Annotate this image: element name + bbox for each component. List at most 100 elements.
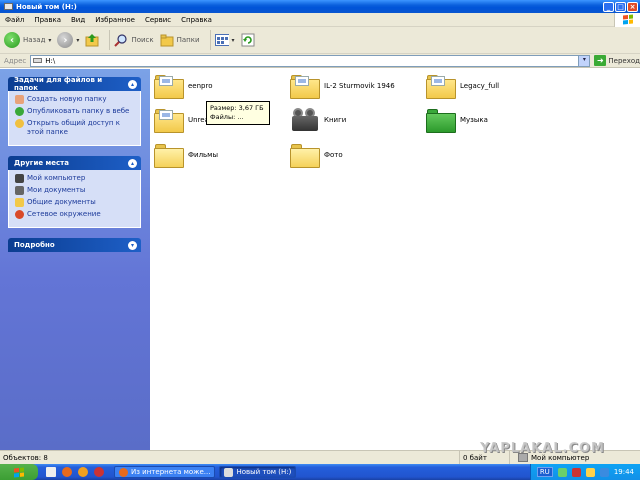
- search-button[interactable]: Поиск: [114, 33, 154, 47]
- place-label: Общие документы: [27, 198, 96, 206]
- folder-up-icon: [85, 33, 99, 47]
- close-button[interactable]: ×: [627, 1, 638, 12]
- task-label: Опубликовать папку в вебе: [27, 107, 130, 115]
- go-button[interactable]: ➜ Переход: [594, 55, 640, 66]
- taskbar-button-label: Из интернета може...: [131, 468, 211, 476]
- details-panel-header[interactable]: Подробно ▾: [8, 238, 141, 252]
- folder-item[interactable]: Музыка: [426, 107, 488, 133]
- place-shared-documents[interactable]: Общие документы: [15, 198, 134, 207]
- documents-icon: [15, 186, 24, 195]
- menu-view[interactable]: Вид: [66, 16, 90, 24]
- folder-icon: [290, 73, 320, 99]
- up-button[interactable]: [85, 33, 99, 47]
- system-tray: RU 19:44: [529, 464, 640, 480]
- forward-arrow-icon: ›: [57, 32, 74, 48]
- places-panel-title: Другие места: [14, 159, 69, 167]
- quick-launch: [46, 467, 104, 477]
- chevron-down-icon[interactable]: ▾: [578, 55, 590, 66]
- search-icon: [114, 33, 128, 47]
- volume-tray-icon[interactable]: [585, 467, 595, 477]
- folder-item[interactable]: Фильмы: [154, 142, 218, 168]
- address-input[interactable]: H:\ ▾: [30, 54, 591, 67]
- chevron-up-icon[interactable]: ▴: [128, 158, 137, 168]
- menu-file[interactable]: Файл: [0, 16, 29, 24]
- place-network[interactable]: Сетевое окружение: [15, 210, 134, 219]
- forward-button[interactable]: › ▾: [57, 32, 79, 48]
- item-label: Книги: [324, 116, 347, 124]
- antivirus-tray-icon[interactable]: [571, 467, 581, 477]
- folder-item[interactable]: eenpro: [154, 73, 213, 99]
- menu-tools[interactable]: Сервис: [140, 16, 176, 24]
- menu-help[interactable]: Справка: [176, 16, 217, 24]
- folder-item[interactable]: IL-2 Sturmovik 1946: [290, 73, 395, 99]
- chevron-down-icon[interactable]: ▾: [76, 37, 79, 44]
- folder-icon: [154, 107, 184, 133]
- menu-edit[interactable]: Правка: [29, 16, 66, 24]
- folder-item[interactable]: Legacy_full: [426, 73, 499, 99]
- views-button[interactable]: ▾: [214, 33, 235, 47]
- app-icon[interactable]: [78, 467, 88, 477]
- folder-icon: [154, 73, 184, 99]
- menu-favorites[interactable]: Избранное: [90, 16, 140, 24]
- address-bar: Адрес H:\ ▾ ➜ Переход: [0, 54, 640, 68]
- task-label: Открыть общий доступ к этой папке: [27, 119, 120, 136]
- firefox-icon: [119, 467, 128, 477]
- taskbar: Из интернета може... Новый том (H:) RU 1…: [0, 464, 640, 480]
- title-bar: Новый том (H:) _ □ ×: [0, 0, 640, 13]
- language-indicator[interactable]: RU: [536, 467, 553, 477]
- computer-icon: [15, 174, 24, 183]
- chevron-down-icon[interactable]: ▾: [48, 37, 51, 44]
- music-folder-icon: [426, 107, 456, 133]
- taskbar-button-explorer[interactable]: Новый том (H:): [219, 466, 297, 478]
- folder-item[interactable]: Книги: [290, 107, 346, 133]
- tasks-panel-header[interactable]: Задачи для файлов и папок ▴: [8, 76, 141, 92]
- share-icon: [15, 119, 24, 128]
- chevron-down-icon[interactable]: ▾: [128, 240, 137, 250]
- task-new-folder[interactable]: Создать новую папку: [15, 95, 134, 104]
- web-publish-icon: [15, 107, 24, 116]
- place-my-documents[interactable]: Мои документы: [15, 186, 134, 195]
- folders-label: Папки: [176, 36, 200, 44]
- toolbar-divider: [109, 30, 111, 50]
- show-desktop-icon[interactable]: [46, 467, 56, 477]
- window-title: Новый том (H:): [16, 2, 77, 11]
- firefox-icon[interactable]: [62, 467, 72, 477]
- status-objects: Объектов: 8: [0, 451, 460, 464]
- item-label: Музыка: [460, 116, 488, 124]
- taskbar-button-browser[interactable]: Из интернета може...: [114, 466, 216, 478]
- taskbar-button-label: Новый том (H:): [236, 468, 292, 476]
- folder-item[interactable]: Unrea: [154, 107, 209, 133]
- windows-logo-icon: [14, 466, 24, 478]
- task-publish-web[interactable]: Опубликовать папку в вебе: [15, 107, 134, 116]
- film-projector-icon: [290, 107, 320, 133]
- chevron-up-icon[interactable]: ▴: [128, 79, 137, 89]
- toolbar: ‹ Назад ▾ › ▾ Поиск Папки ▾: [0, 27, 640, 54]
- minimize-button[interactable]: _: [603, 1, 614, 12]
- tasks-panel-title: Задачи для файлов и папок: [14, 76, 103, 92]
- places-panel: Другие места ▴ Мой компьютер Мои докумен…: [8, 156, 141, 228]
- start-button[interactable]: [0, 464, 38, 480]
- folder-icon: [154, 142, 184, 168]
- maximize-button[interactable]: □: [615, 1, 626, 12]
- folder-item[interactable]: Фото: [290, 142, 343, 168]
- folder-icon: [290, 142, 320, 168]
- network-icon: [15, 210, 24, 219]
- folders-button[interactable]: Папки: [160, 33, 200, 47]
- tooltip-files: Файлы: ...: [210, 113, 244, 121]
- tray-icon[interactable]: [599, 467, 609, 477]
- tooltip: Размер: 3,67 ГБ Файлы: ...: [206, 101, 270, 125]
- address-value[interactable]: H:\: [45, 57, 578, 65]
- toolbar-divider: [209, 30, 211, 50]
- opera-icon[interactable]: [94, 467, 104, 477]
- back-button[interactable]: ‹ Назад ▾: [4, 32, 51, 48]
- windows-logo-icon: [614, 12, 640, 27]
- refresh-button[interactable]: [241, 33, 255, 47]
- network-tray-icon[interactable]: [557, 467, 567, 477]
- chevron-down-icon[interactable]: ▾: [232, 37, 235, 44]
- task-share[interactable]: Открыть общий доступ к этой папке: [15, 119, 134, 137]
- task-label: Создать новую папку: [27, 95, 107, 103]
- places-panel-header[interactable]: Другие места ▴: [8, 156, 141, 170]
- place-my-computer[interactable]: Мой компьютер: [15, 174, 134, 183]
- new-folder-icon: [15, 95, 24, 104]
- drive-icon: [4, 3, 13, 10]
